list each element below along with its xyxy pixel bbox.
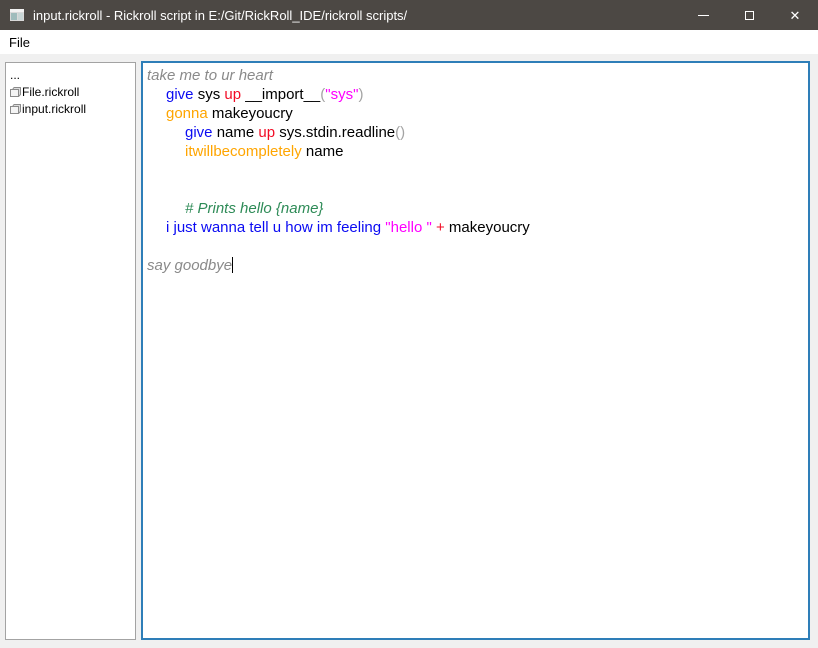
- token-plain: sys.stdin.readline: [275, 124, 395, 141]
- text-cursor: [232, 257, 233, 273]
- file-list-item[interactable]: ...: [8, 66, 133, 83]
- token-plain: makeyoucry: [208, 105, 293, 122]
- menu-file[interactable]: File: [0, 30, 39, 54]
- code-line: give sys up __import__("sys"): [147, 85, 804, 104]
- code-line: [147, 237, 804, 256]
- file-list-item[interactable]: input.rickroll: [8, 100, 133, 117]
- token-plain: name: [302, 143, 344, 160]
- token-plain: __import__: [241, 86, 320, 103]
- app-icon: [9, 7, 25, 23]
- token-string: "hello ": [385, 219, 432, 236]
- maximize-icon: [745, 11, 754, 20]
- token-operator: up: [258, 124, 275, 141]
- file-icon: [10, 86, 21, 98]
- token-comment-green: # Prints hello {name}: [185, 200, 323, 217]
- maximize-button[interactable]: [726, 0, 772, 30]
- file-name: input.rickroll: [22, 102, 86, 116]
- code-line: [147, 161, 804, 180]
- token-keyword: i just wanna tell u how im feeling: [166, 219, 381, 236]
- token-comment: take me to ur heart: [147, 67, 273, 84]
- token-plain: name: [213, 124, 259, 141]
- code-line: [147, 180, 804, 199]
- menu-bar: File: [0, 30, 818, 54]
- minimize-icon: [698, 15, 709, 16]
- token-builtin: itwillbecompletely: [185, 143, 302, 160]
- title-bar[interactable]: input.rickroll - Rickroll script in E:/G…: [0, 0, 818, 30]
- window-title: input.rickroll - Rickroll script in E:/G…: [33, 8, 680, 23]
- token-plain: makeyoucry: [445, 219, 530, 236]
- code-line: # Prints hello {name}: [147, 199, 804, 218]
- code-line: gonna makeyoucry: [147, 104, 804, 123]
- close-icon: ✕: [790, 9, 801, 22]
- token-paren: (): [395, 124, 405, 141]
- token-plain: sys: [194, 86, 225, 103]
- code-line: itwillbecompletely name: [147, 142, 804, 161]
- close-button[interactable]: ✕: [772, 0, 818, 30]
- code-line: i just wanna tell u how im feeling "hell…: [147, 218, 804, 237]
- file-list-item[interactable]: File.rickroll: [8, 83, 133, 100]
- token-operator: +: [436, 219, 445, 236]
- window-controls: ✕: [680, 0, 818, 30]
- app-window: input.rickroll - Rickroll script in E:/G…: [0, 0, 818, 648]
- code-line: say goodbye: [147, 256, 804, 275]
- file-name: ...: [10, 68, 20, 82]
- code-line: take me to ur heart: [147, 66, 804, 85]
- token-keyword: give: [185, 124, 213, 141]
- file-icon: [10, 103, 21, 115]
- file-list[interactable]: ...File.rickroll input.rickroll: [5, 62, 136, 640]
- minimize-button[interactable]: [680, 0, 726, 30]
- token-builtin: gonna: [166, 105, 208, 122]
- file-name: File.rickroll: [22, 85, 79, 99]
- token-comment: say goodbye: [147, 257, 232, 274]
- token-keyword: give: [166, 86, 194, 103]
- token-operator: up: [224, 86, 241, 103]
- token-paren: ): [358, 86, 363, 103]
- code-line: give name up sys.stdin.readline(): [147, 123, 804, 142]
- token-string: "sys": [325, 86, 358, 103]
- code-editor[interactable]: take me to ur heartgive sys up __import_…: [141, 61, 810, 640]
